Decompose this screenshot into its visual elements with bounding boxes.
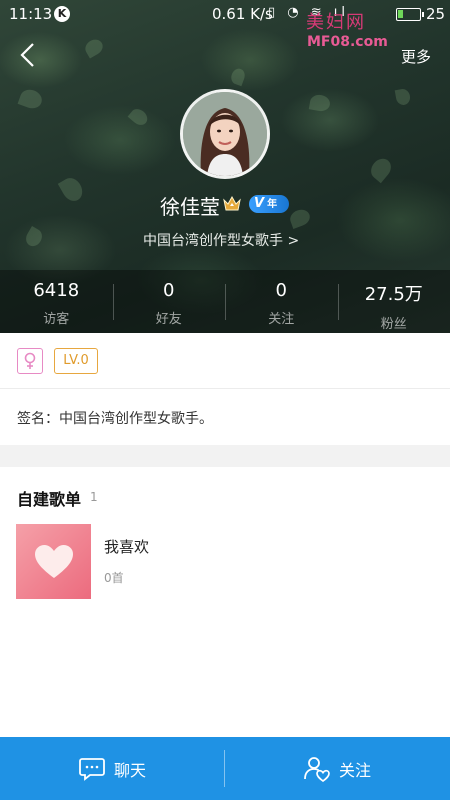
stat-value: 27.5万 — [364, 284, 423, 305]
more-button[interactable]: 更多 — [401, 46, 431, 67]
signature-row: 签名：中国台湾创作型女歌手。 — [0, 389, 450, 445]
artist-portrait — [183, 92, 267, 176]
user-heart-icon — [304, 756, 330, 782]
playlist-name: 我喜欢 — [104, 538, 150, 556]
chevron-right-icon: > — [287, 233, 300, 249]
female-icon — [24, 352, 36, 369]
signature-text: 签名：中国台湾创作型女歌手。 — [17, 411, 213, 427]
foliage-decoration — [82, 36, 106, 59]
chevron-left-icon — [20, 43, 34, 67]
foliage-decoration — [127, 105, 151, 129]
artist-name: 徐佳莹 — [160, 195, 220, 219]
foliage-decoration — [17, 86, 45, 112]
stats-bar: 6418 访客 0 好友 0 关注 27.5万 粉丝 — [0, 270, 450, 333]
crown-icon — [223, 195, 241, 211]
artist-description-link[interactable]: 中国台湾创作型女歌手 > — [143, 230, 299, 250]
chat-bubble-icon — [79, 757, 105, 781]
badges-row: LV.0 — [0, 333, 450, 389]
foliage-decoration — [308, 93, 332, 113]
stat-value: 0 — [275, 280, 287, 301]
foliage-decoration — [367, 154, 395, 184]
vip-badge-text: 年 — [267, 199, 278, 210]
battery-level: 25 — [426, 5, 446, 23]
foliage-decoration — [23, 225, 45, 250]
heart-icon — [34, 544, 73, 578]
stat-visitors[interactable]: 6418 访客 — [0, 270, 113, 333]
status-time: 11:13 — [9, 5, 53, 23]
chat-label: 聊天 — [113, 760, 146, 780]
foliage-decoration — [229, 66, 247, 87]
stat-friends[interactable]: 0 好友 — [112, 270, 226, 333]
foliage-decoration — [57, 174, 87, 205]
vip-icon[interactable]: V年 — [249, 195, 289, 213]
stat-label: 好友 — [155, 312, 182, 327]
stat-following[interactable]: 0 关注 — [225, 270, 338, 333]
follow-label: 关注 — [338, 760, 371, 780]
artist-description: 中国台湾创作型女歌手 — [143, 233, 283, 249]
stat-label: 关注 — [268, 312, 295, 327]
app-notification-icon: K — [54, 6, 70, 22]
stat-fans[interactable]: 27.5万 粉丝 — [337, 270, 450, 333]
stat-label: 粉丝 — [380, 317, 407, 332]
gender-badge — [17, 348, 43, 374]
watermark-logo: 美妇网 — [306, 12, 366, 33]
battery-icon — [396, 8, 424, 21]
battery-fill — [398, 10, 403, 18]
bottom-action-bar: 聊天 关注 — [0, 737, 450, 800]
playlist-section: 自建歌单 1 我喜欢 0首 — [0, 467, 450, 737]
follow-button[interactable]: 关注 — [225, 737, 450, 800]
foliage-decoration — [287, 207, 313, 229]
stat-value: 6418 — [33, 280, 80, 301]
stat-label: 访客 — [43, 312, 70, 327]
watermark-url: MF08.com — [307, 34, 388, 50]
section-count: 1 — [90, 490, 98, 504]
avatar[interactable] — [180, 89, 270, 179]
profile-header: 11:13 K 0.61 K/s ▯ ◔ ≋ ıl 25 美妇网 MF08.co… — [0, 0, 450, 333]
network-speed: 0.61 K/s — [212, 5, 273, 23]
foliage-decoration — [394, 87, 412, 107]
status-bar: 11:13 K 0.61 K/s ▯ ◔ ≋ ıl 25 — [0, 0, 450, 30]
section-title: 自建歌单 — [17, 490, 82, 509]
chat-button[interactable]: 聊天 — [0, 737, 225, 800]
playlist-cover — [16, 524, 91, 599]
back-button[interactable] — [10, 38, 44, 72]
stat-value: 0 — [163, 280, 175, 301]
playlist-track-count: 0首 — [104, 571, 124, 585]
level-badge[interactable]: LV.0 — [54, 348, 98, 374]
list-item[interactable]: 我喜欢 0首 — [16, 524, 436, 600]
